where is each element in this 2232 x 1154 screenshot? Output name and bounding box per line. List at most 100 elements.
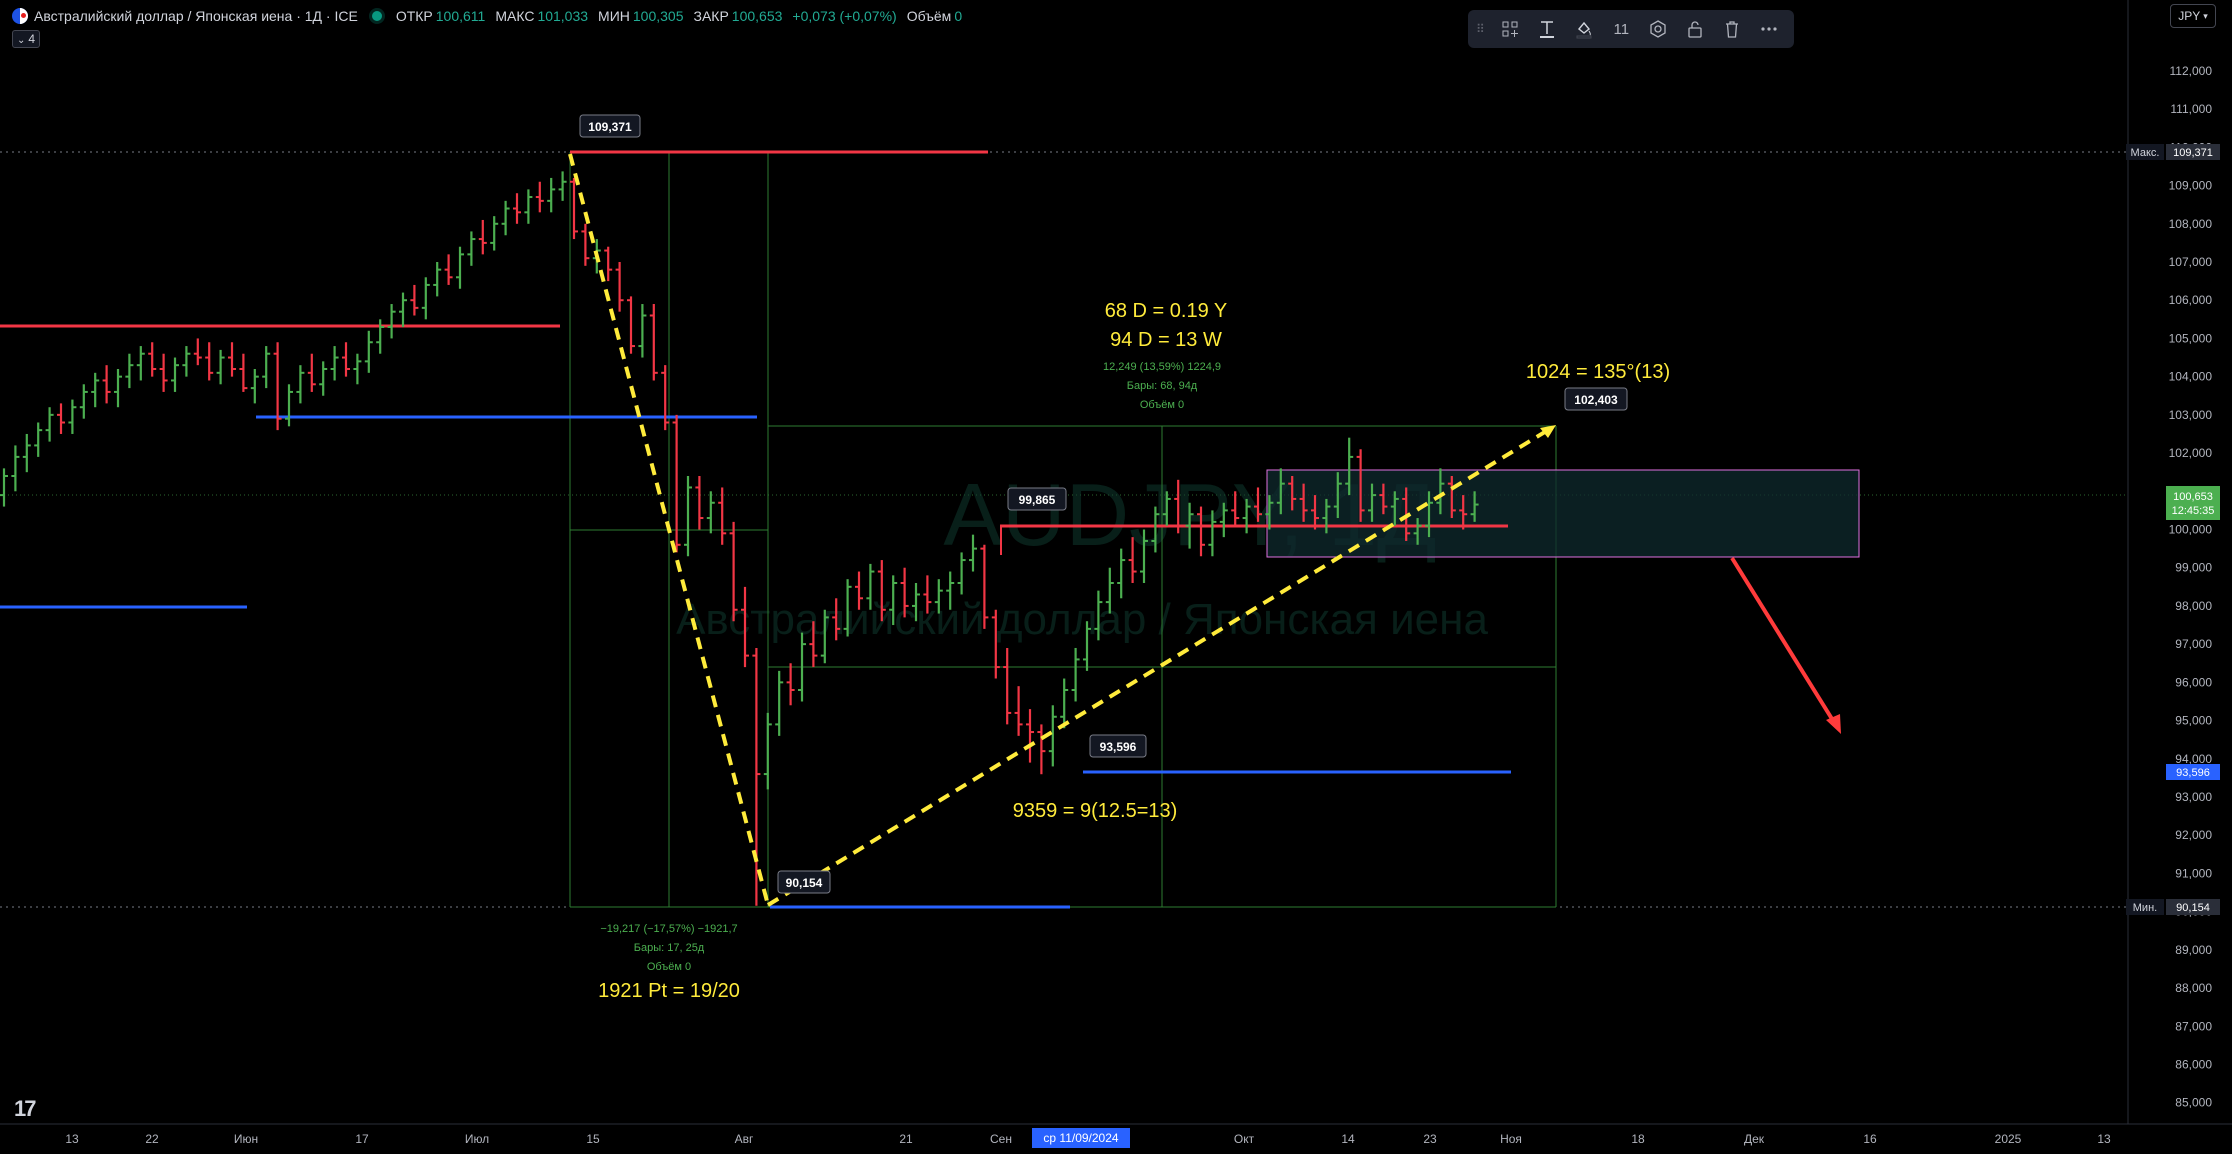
low-value: 100,305 [632,8,684,24]
market-status-icon[interactable] [371,11,382,21]
note-days-weeks[interactable]: 94 D = 13 W [1110,329,1222,351]
tradingview-logo[interactable]: 17 [14,1096,37,1122]
close-value: 100,653 [731,8,783,24]
chevron-down-icon: ▾ [2203,10,2208,21]
price-tick-label: 105,000 [2169,331,2213,345]
ohlc-bar [319,361,328,396]
price-tick-label: 93,000 [2175,790,2212,804]
current-price-tag: 100,653 12:45:35 [2166,486,2220,520]
time-tick-label: 16 [1863,1132,1877,1146]
price-chart[interactable]: AUDJPY, 1Д Австралийский доллар / Японск… [0,0,2232,1154]
measure2-bars: Бары: 68, 94д [1127,380,1198,392]
price-tick-label: 104,000 [2169,370,2213,384]
symbol-legend[interactable]: Австралийский доллар / Японская иена · 1… [12,6,962,26]
ohlc-bar [535,181,544,213]
price-tick-label: 100,000 [2169,523,2213,537]
price-tick-label: 112,000 [2170,64,2213,78]
ohlc-bar [627,296,635,354]
note-days-years[interactable]: 68 D = 0.19 Y [1105,300,1228,322]
price-axis[interactable]: 112,000111,000110,000109,000108,000107,0… [2127,0,2213,1124]
watermark-name: Австралийский доллар / Японская иена [676,595,1488,644]
time-tick-label: Сен [990,1132,1012,1146]
svg-text:109,371: 109,371 [2173,147,2213,159]
price-tick-label: 109,000 [2169,179,2213,193]
ohlc-bar [718,487,727,545]
svg-text:100,653: 100,653 [2173,491,2213,503]
projection-arrow[interactable] [1730,556,1839,729]
drag-handle-icon[interactable]: ⠿ [1476,22,1490,36]
ohlc-bar [307,353,316,392]
ohlc-bar [285,384,293,427]
ohlc-bar [672,414,681,553]
callout-109: 109,371 [579,114,641,138]
ohlc-bar [0,468,8,507]
note-angle[interactable]: 1024 = 135°(13) [1526,361,1670,383]
measure1-volume: Объём 0 [647,961,691,973]
svg-text:109,371: 109,371 [588,120,632,134]
paint-icon[interactable] [1568,14,1601,44]
svg-text:90,154: 90,154 [786,876,823,890]
indicators-toggle[interactable]: ⌄ 4 [12,30,41,48]
ohlc-bar [182,346,191,377]
note-mid[interactable]: 9359 = 9(12.5=13) [1013,800,1178,822]
price-tick-label: 86,000 [2175,1058,2212,1072]
time-tick-label: 21 [899,1132,913,1146]
ohlc-bar [456,246,464,289]
ohlc-bar [1003,647,1012,725]
drawing-toolbar[interactable]: ⠿ 11 [1468,10,1794,48]
ohlc-bar [376,319,385,354]
close-label: ЗАКР [693,8,729,24]
time-tick-label: 17 [355,1132,369,1146]
currency-label: JPY [2178,9,2201,23]
consolidation-zone[interactable] [1266,469,1860,558]
price-tick-label: 87,000 [2175,1019,2212,1033]
price-tick-label: 103,000 [2169,408,2213,422]
ohlc-bar [661,365,670,431]
ohlc-bar [547,177,556,213]
svg-text:99,865: 99,865 [1019,493,1056,507]
ohlc-bar [68,399,77,434]
ohlc-bar [296,365,305,404]
price-tick-label: 102,000 [2169,446,2213,460]
time-tick-label: 15 [586,1132,600,1146]
measure1-bars: Бары: 17, 25д [634,942,705,954]
time-tick-label: Авг [735,1132,754,1146]
ohlc-bar [1071,647,1080,702]
font-size-button[interactable]: 11 [1605,14,1638,44]
trash-icon[interactable] [1716,14,1749,44]
ohlc-bar [159,353,168,392]
ohlc-bar [615,262,624,312]
price-tick-label: 95,000 [2175,714,2212,728]
ohlc-bar [387,304,396,339]
text-color-icon[interactable] [1531,14,1564,44]
min-price-tag: Мин. 90,154 [2126,899,2220,915]
ohlc-bar [250,369,259,404]
price-tick-label: 89,000 [2175,943,2212,957]
ohlc-bar [501,200,510,236]
more-icon[interactable] [1753,14,1786,44]
ohlc-bar [581,223,590,266]
ohlc-bar [490,216,499,251]
templates-icon[interactable] [1494,14,1527,44]
time-tick-label: Июл [465,1132,489,1146]
price-tick-label: 98,000 [2175,599,2212,613]
symbol-title[interactable]: Австралийский доллар / Японская иена · 1… [34,8,358,24]
ohlc-bar [353,353,362,385]
settings-icon[interactable] [1642,14,1675,44]
callout-90: 90,154 [777,870,831,894]
time-tick-label: Ноя [1500,1132,1522,1146]
currency-flag-icon [12,8,28,24]
ohlc-bar [638,304,647,358]
note-points[interactable]: 1921 Pt = 19/20 [598,980,740,1002]
currency-selector[interactable]: JPY ▾ [2170,4,2216,28]
lock-icon[interactable] [1679,14,1712,44]
ohlc-bar [444,254,453,285]
svg-text:90,154: 90,154 [2176,902,2210,914]
price-tick-label: 85,000 [2175,1096,2212,1110]
price-tick-label: 94,000 [2175,752,2212,766]
ohlc-bar [239,353,248,392]
indicator-count: 4 [28,32,36,46]
ohlc-bar [478,219,487,255]
volume-label: Объём [906,8,952,24]
ohlc-bar [148,342,157,377]
